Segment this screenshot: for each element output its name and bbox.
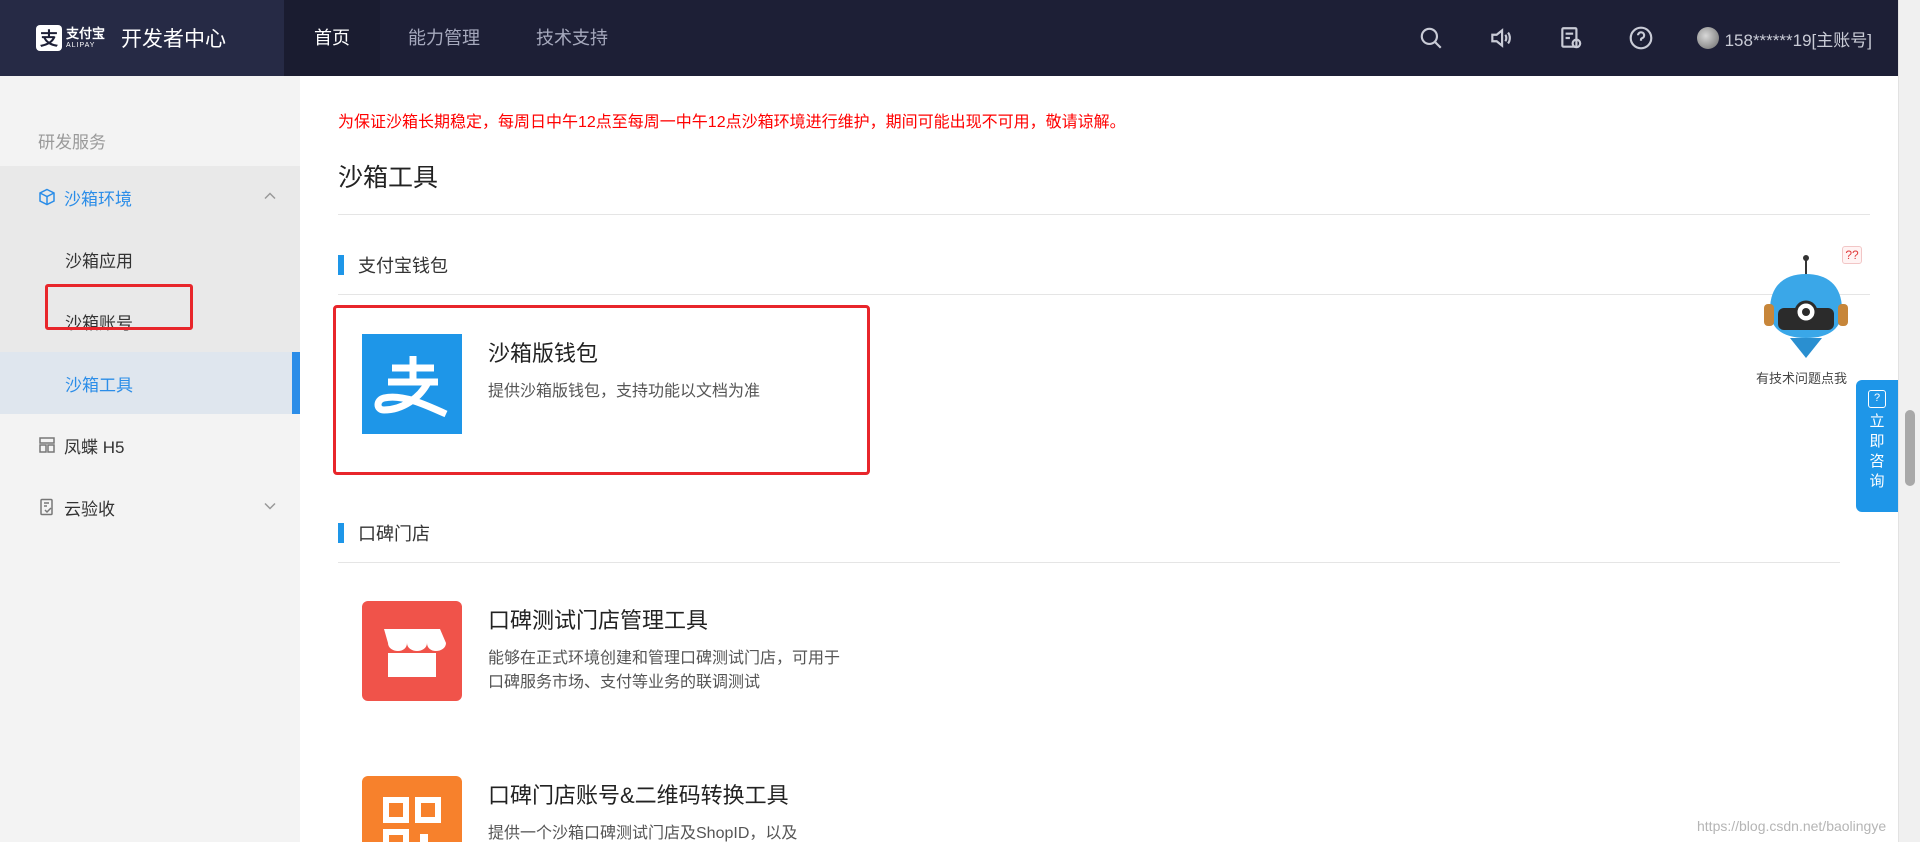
chevron-down-icon: [262, 498, 278, 514]
divider: [338, 294, 1870, 295]
tool-name: 口碑测试门店管理工具: [488, 608, 709, 633]
tool-desc: 能够在正式环境创建和管理口碑测试门店，可用于口碑服务市场、支付等业务的联调测试: [488, 650, 841, 691]
search-icon[interactable]: [1417, 24, 1445, 52]
avatar: [1696, 27, 1719, 49]
divider: [338, 562, 1840, 563]
site-title: 开发者中心: [121, 28, 227, 51]
tool-text: 口碑测试门店管理工具 能够在正式环境创建和管理口碑测试门店，可用于口碑服务市场、…: [488, 601, 848, 701]
tool-card-koubei-store-manager[interactable]: 口碑测试门店管理工具 能够在正式环境创建和管理口碑测试门店，可用于口碑服务市场、…: [362, 601, 848, 701]
tool-text: 沙箱版钱包 提供沙箱版钱包，支持功能以文档为准: [488, 334, 848, 434]
alipay-logo-icon: 支: [36, 25, 62, 51]
sidebar-item-sandbox-tools[interactable]: 沙箱工具: [0, 352, 300, 414]
speaker-icon[interactable]: [1487, 24, 1515, 52]
logo[interactable]: 支 支付宝 ALIPAY 开发者中心: [0, 0, 284, 76]
tool-card-koubei-qrcode-converter[interactable]: 口碑门店账号&二维码转换工具 提供一个沙箱口碑测试门店及ShopID，以及: [362, 776, 848, 842]
sidebar-group-title: 研发服务: [38, 133, 106, 152]
brand-en: ALIPAY: [66, 42, 96, 49]
robot-assistant-icon[interactable]: [1750, 248, 1860, 388]
tool-desc: 提供沙箱版钱包，支持功能以文档为准: [488, 383, 761, 400]
brand-cn: 支付宝: [66, 26, 106, 41]
tool-desc: 提供一个沙箱口碑测试门店及ShopID，以及: [488, 825, 798, 842]
account-name: 158******19[主账号]: [1724, 30, 1872, 50]
main-content: 为保证沙箱长期稳定，每周日中午12点至每周一中午12点沙箱环境进行维护，期间可能…: [300, 76, 1898, 842]
sidebar-item-sandbox-env[interactable]: 沙箱环境: [0, 166, 300, 228]
question-box-icon: ?: [1868, 390, 1886, 408]
sidebar-item-sandbox-account[interactable]: 沙箱账号: [0, 290, 300, 352]
tool-text: 口碑门店账号&二维码转换工具 提供一个沙箱口碑测试门店及ShopID，以及: [488, 776, 848, 842]
tool-name: 口碑门店账号&二维码转换工具: [488, 783, 789, 808]
consult-char: 立: [1869, 413, 1885, 430]
top-nav: 首页 能力管理 技术支持: [284, 0, 636, 76]
sidebar: 研发服务 沙箱环境 沙箱应用 沙箱账号 沙箱工具 凤蝶 H5 云验收: [0, 76, 300, 842]
top-navbar: 支 支付宝 ALIPAY 开发者中心 首页 能力管理 技术支持 158*****…: [0, 0, 1898, 76]
section-title-alipay-wallet: 支付宝钱包: [338, 252, 448, 278]
qrcode-icon: [362, 776, 462, 842]
page-title: 沙箱工具: [338, 164, 439, 192]
help-badge: ??: [1842, 246, 1862, 264]
consult-char: 即: [1869, 433, 1885, 450]
top-actions: 158******19[主账号]: [1417, 0, 1898, 76]
section-bar: [338, 255, 344, 275]
check-doc-icon: [38, 498, 56, 516]
sidebar-item-fengdie-h5[interactable]: 凤蝶 H5: [0, 414, 300, 476]
section-bar: [338, 523, 344, 543]
consult-button[interactable]: ? 立 即 咨 询: [1856, 380, 1898, 512]
sidebar-item-cloud-acceptance[interactable]: 云验收: [0, 476, 300, 538]
sidebar-item-label: 沙箱环境: [64, 189, 132, 209]
divider: [338, 214, 1870, 215]
sidebar-item-label: 云验收: [64, 499, 115, 519]
sidebar-item-label: 凤蝶 H5: [64, 437, 125, 457]
doc-icon[interactable]: [1557, 24, 1585, 52]
section-title-koubei-store: 口碑门店: [338, 520, 430, 546]
grid-icon: [38, 436, 56, 454]
section-title: 口碑门店: [358, 524, 430, 544]
chevron-up-icon: [262, 188, 278, 204]
scroll-thumb[interactable]: [1905, 410, 1915, 486]
section-title: 支付宝钱包: [358, 256, 448, 276]
alipay-icon: [362, 334, 462, 434]
watermark: https://blog.csdn.net/baolingye: [1697, 818, 1887, 834]
nav-home[interactable]: 首页: [284, 0, 380, 76]
consult-char: 咨: [1869, 453, 1885, 470]
nav-tech-support[interactable]: 技术支持: [508, 0, 636, 76]
cube-icon: [38, 188, 56, 206]
tool-card-sandbox-wallet[interactable]: 沙箱版钱包 提供沙箱版钱包，支持功能以文档为准: [362, 334, 848, 434]
consult-char: 询: [1869, 473, 1885, 490]
maintenance-notice: 为保证沙箱长期稳定，每周日中午12点至每周一中午12点沙箱环境进行维护，期间可能…: [338, 114, 1126, 131]
scrollbar[interactable]: [1898, 0, 1920, 842]
account-menu[interactable]: 158******19[主账号]: [1696, 26, 1872, 51]
store-icon: [362, 601, 462, 701]
brand-text: 支付宝 ALIPAY: [66, 27, 105, 49]
tool-name: 沙箱版钱包: [488, 341, 599, 366]
nav-capability-management[interactable]: 能力管理: [380, 0, 508, 76]
help-text[interactable]: 有技术问题点我: [1756, 368, 1847, 387]
help-icon[interactable]: [1627, 24, 1655, 52]
sidebar-item-sandbox-app[interactable]: 沙箱应用: [0, 228, 300, 290]
